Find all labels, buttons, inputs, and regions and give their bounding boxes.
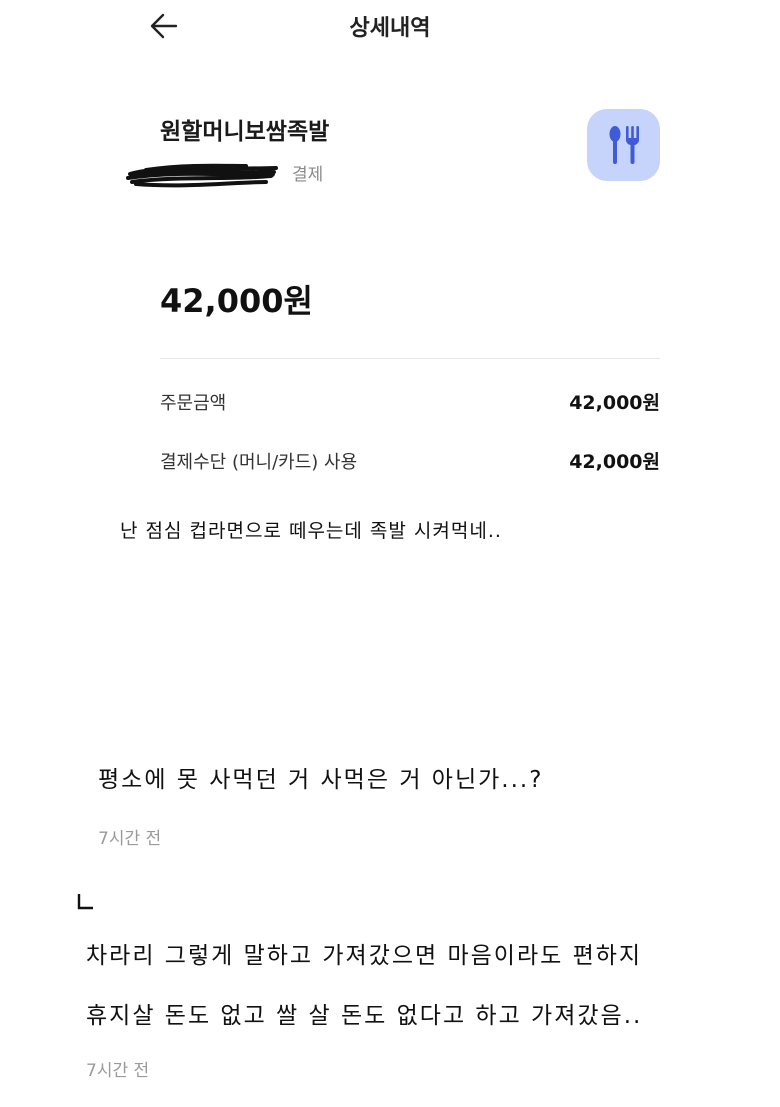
payment-method-label: 결제수단 (머니/카드) 사용 <box>160 452 358 473</box>
merchant-name: 원할머니보쌈족발 <box>160 119 330 145</box>
comment-text: 평소에 못 사먹던 거 사먹은 거 아닌가...? <box>98 767 544 793</box>
payment-status: 결제 <box>292 165 324 185</box>
redaction-scribble <box>126 163 278 188</box>
post-caption: 난 점심 컵라면으로 떼우는데 족발 시켜먹네.. <box>120 520 502 542</box>
order-amount-value: 42,000원 <box>569 392 660 414</box>
header-bar: 상세내역 <box>0 0 780 56</box>
reply-line-1: 차라리 그렇게 말하고 가져갔으면 마음이라도 편하지 <box>86 943 643 969</box>
total-amount: 42,000원 <box>160 282 313 320</box>
reply-indicator-icon <box>77 894 93 910</box>
order-amount-label: 주문금액 <box>160 393 227 414</box>
comment-timestamp: 7시간 전 <box>98 829 162 849</box>
reply-line-2: 휴지살 돈도 없고 쌀 살 돈도 없다고 하고 가져갔음.. <box>86 1003 643 1029</box>
transaction-detail-screen: 상세내역 원할머니보쌈족발 결제 42,000원 주문금액 42,000원 결제… <box>0 0 780 1107</box>
payment-method-value: 42,000원 <box>569 451 660 473</box>
page-title: 상세내역 <box>349 16 431 41</box>
divider <box>160 358 660 359</box>
category-badge <box>587 109 660 181</box>
utensils-icon <box>609 126 639 164</box>
reply-timestamp: 7시간 전 <box>86 1061 150 1081</box>
